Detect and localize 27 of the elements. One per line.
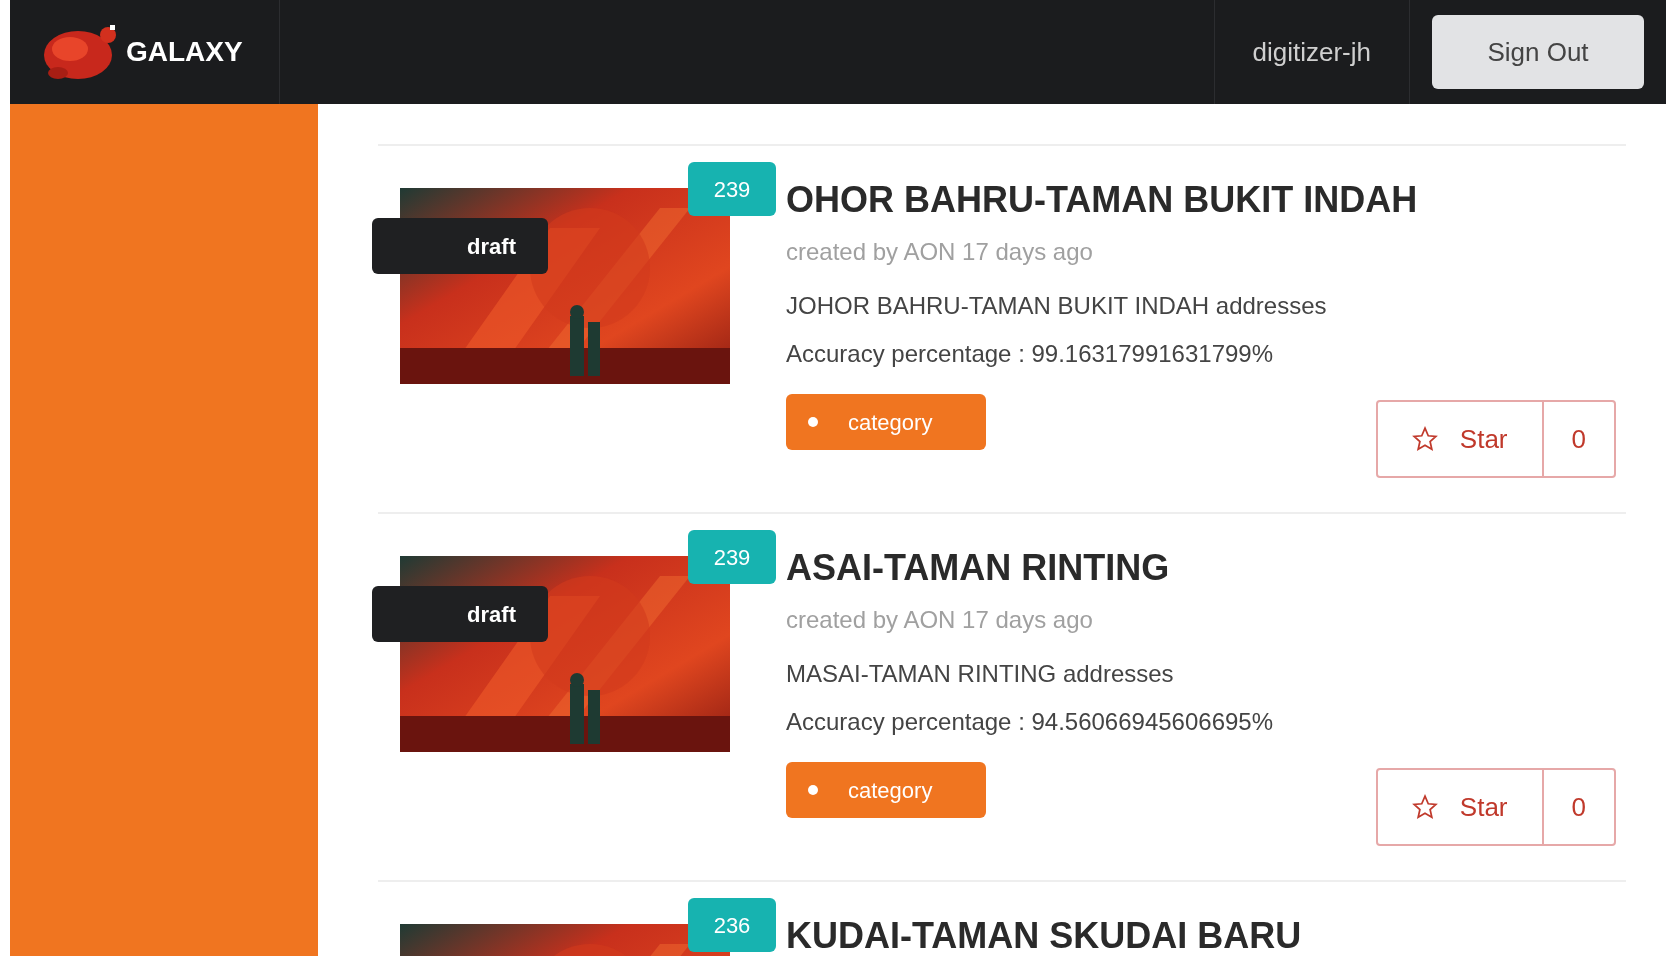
star-button[interactable]: Star <box>1377 770 1544 844</box>
item-title[interactable]: ASAI-TAMAN RINTING <box>786 546 1626 590</box>
count-badge: 239 <box>688 530 776 584</box>
author-text: created by AON 17 days ago <box>786 605 1094 635</box>
tag-label: category <box>848 776 933 805</box>
count-badge: 236 <box>688 898 776 952</box>
tag-label: category <box>848 408 933 437</box>
accuracy-text: Accuracy percentage : 99.16317991631799% <box>786 339 1275 369</box>
item-title[interactable]: OHOR BAHRU-TAMAN BUKIT INDAH <box>786 178 1626 222</box>
star-count: 0 <box>1570 790 1587 824</box>
star-icon <box>1411 426 1438 452</box>
star-count: 0 <box>1570 422 1587 456</box>
tag-hole-icon <box>808 417 818 427</box>
status-label: draft <box>372 218 548 274</box>
star-icon <box>1411 794 1438 820</box>
status-label: draft <box>372 586 548 642</box>
count-badge: 239 <box>688 162 776 216</box>
tag-hole-icon <box>808 785 818 795</box>
username-link[interactable]: digitizer-jh <box>1213 0 1410 104</box>
star-button[interactable]: Star <box>1377 402 1544 476</box>
description-text: JOHOR BAHRU-TAMAN BUKIT INDAH addresses <box>786 291 1328 321</box>
description-text: MASAI-TAMAN RINTING addresses <box>786 659 1175 689</box>
accuracy-text: Accuracy percentage : 94.56066945606695% <box>786 707 1275 737</box>
sign-out-button[interactable]: Sign Out <box>1432 15 1644 89</box>
logo-text: GALAXY <box>126 35 243 69</box>
author-text: created by AON 17 days ago <box>786 237 1094 267</box>
item-title[interactable]: KUDAI-TAMAN SKUDAI BARU <box>786 914 1626 956</box>
